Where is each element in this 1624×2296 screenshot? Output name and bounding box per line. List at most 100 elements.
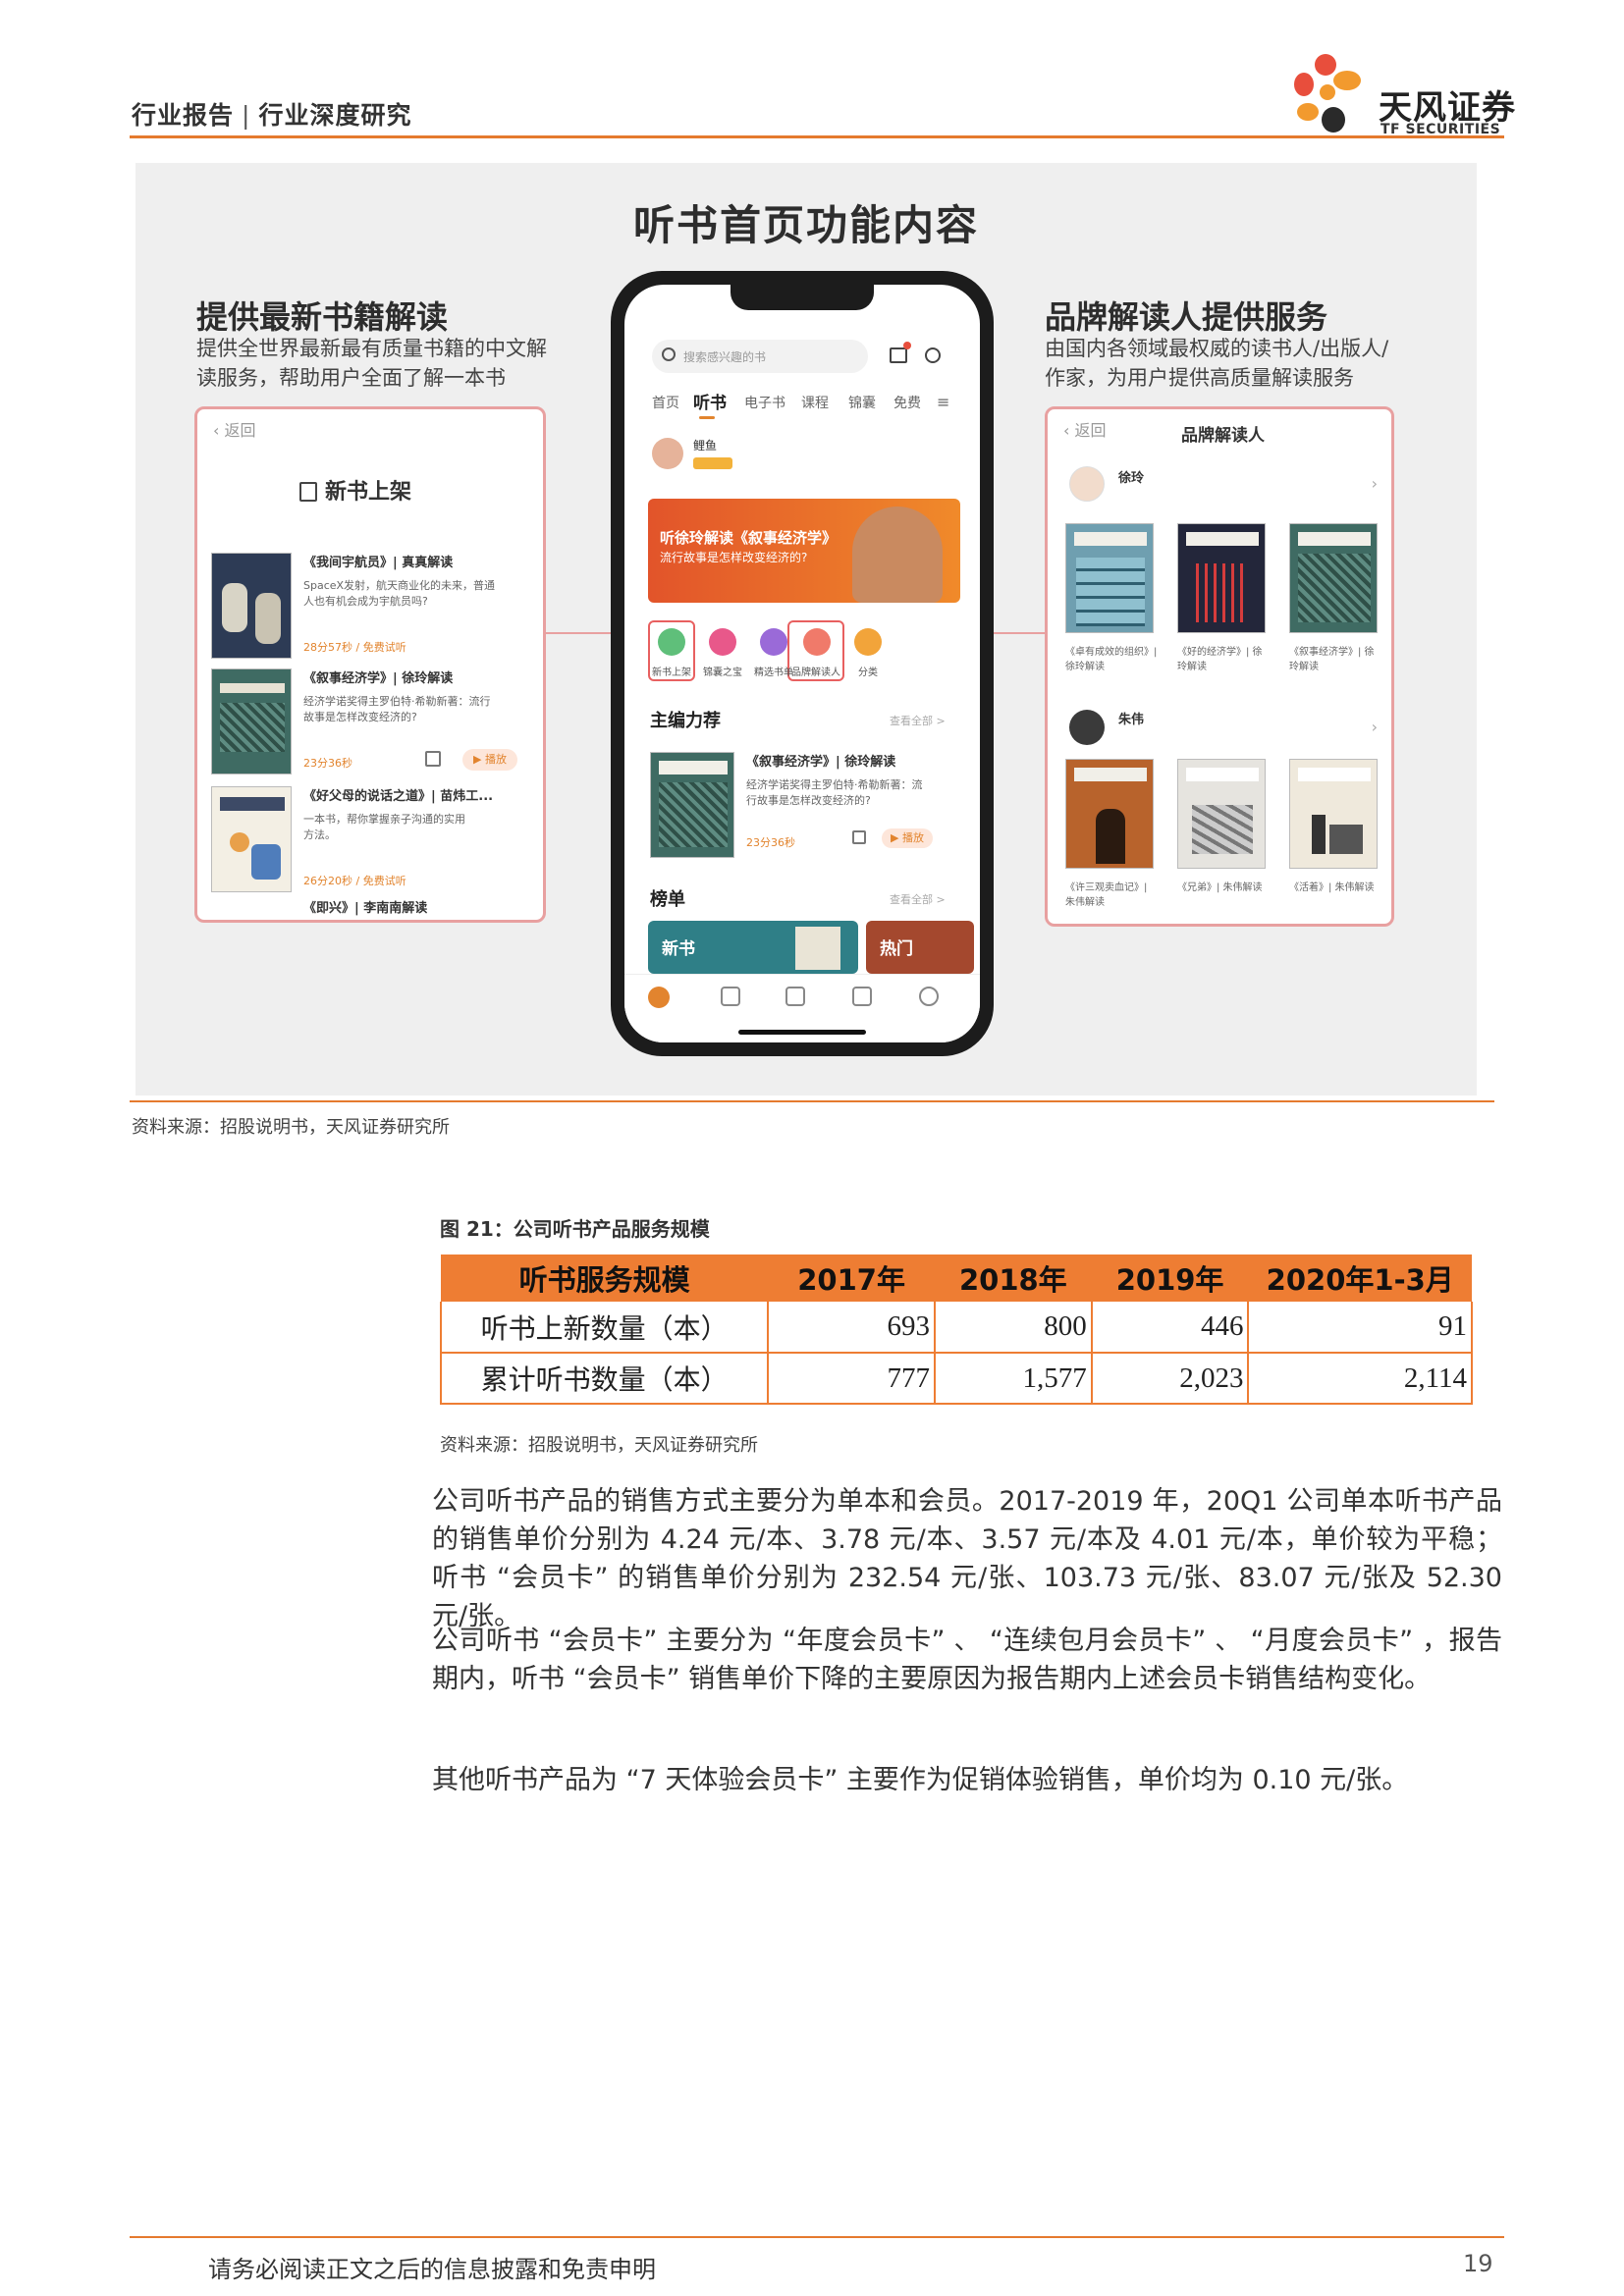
- icon-label: 分类: [858, 667, 878, 678]
- book-caption[interactable]: 《叙事经济学》| 徐玲解读: [1289, 645, 1383, 674]
- see-all-link[interactable]: 查看全部 >: [890, 891, 946, 907]
- avatar[interactable]: [652, 438, 683, 469]
- tips-treasure-icon[interactable]: [709, 628, 736, 656]
- book-caption[interactable]: 《好的经济学》| 徐玲解读: [1177, 645, 1272, 674]
- company-logo: 天风证券 TF SECURITIES: [1286, 51, 1515, 139]
- book-cover[interactable]: [1177, 523, 1266, 633]
- book-desc: 经济学诺奖得主罗伯特·希勒新著：流行: [303, 695, 491, 708]
- book-cover[interactable]: [1065, 759, 1154, 869]
- left-desc-line: 提供全世界最新最有质量书籍的中文解: [196, 337, 547, 360]
- book-caption[interactable]: 《许三观卖血记》| 朱伟解读: [1065, 881, 1160, 910]
- report-type: 行业报告: [132, 101, 235, 130]
- figure-title: 听书首页功能内容: [632, 201, 979, 249]
- message-icon[interactable]: [890, 347, 907, 363]
- book-cover[interactable]: [211, 786, 292, 892]
- book-cover[interactable]: [211, 668, 292, 774]
- left-heading: 提供最新书籍解读: [196, 298, 449, 336]
- ranking-card[interactable]: 热门: [866, 921, 974, 974]
- book-duration: 23分36秒: [303, 757, 352, 770]
- panel-heading-text: 新书上架: [325, 480, 412, 505]
- new-books-icon[interactable]: [658, 628, 685, 656]
- booklist-icon[interactable]: [760, 628, 787, 656]
- tab-course[interactable]: 课程: [801, 393, 829, 412]
- table-title: 图 21：公司听书产品服务规模: [440, 1217, 710, 1241]
- left-description: 提供全世界最新最有质量书籍的中文解 读服务，帮助用户全面了解一本书: [196, 334, 547, 393]
- top-tabs: 首页 听书 电子书 课程 锦囊 免费 ≡: [652, 389, 956, 416]
- panel-heading: 新书上架: [299, 474, 411, 506]
- chevron-right-icon[interactable]: ›: [1372, 718, 1378, 736]
- book-cover[interactable]: [1177, 759, 1266, 869]
- tab-bar-notes-icon[interactable]: [852, 987, 872, 1006]
- row-label: 累计听书数量（本）: [439, 1353, 769, 1405]
- book-title[interactable]: 《好父母的说话之道》| 苗炜工...: [303, 788, 493, 805]
- table-header-row: 听书服务规模 2017年 2018年 2019年 2020年1-3月: [441, 1255, 1472, 1302]
- report-category: 行业报告 | 行业深度研究: [132, 96, 411, 132]
- play-button[interactable]: ▶ 播放: [462, 749, 517, 771]
- add-to-list-icon[interactable]: [852, 830, 866, 844]
- body-paragraph: 其他听书产品为 “7 天体验会员卡” 主要作为促销体验销售，单价均为 0.10 …: [432, 1765, 1409, 1795]
- book-title[interactable]: 《叙事经济学》| 徐玲解读: [746, 754, 895, 771]
- section-heading: 榜单: [650, 889, 685, 910]
- table-cell: 1,577: [933, 1353, 1092, 1405]
- body-paragraph: 公司听书产品的销售方式主要分为单本和会员。2017-2019 年，20Q1 公司…: [432, 1486, 1502, 1631]
- tab-home[interactable]: 首页: [652, 393, 679, 412]
- book-title[interactable]: 《叙事经济学》| 徐玲解读: [303, 670, 453, 687]
- add-to-list-icon[interactable]: [425, 751, 441, 767]
- book-cover[interactable]: [1289, 759, 1378, 869]
- footer-divider: [130, 2236, 1504, 2238]
- body-paragraph: 公司听书 “会员卡” 主要分为 “年度会员卡” 、 “连续包月会员卡” 、 “月…: [432, 1626, 1502, 1694]
- tab-free[interactable]: 免费: [893, 393, 921, 412]
- report-subtype: 行业深度研究: [258, 101, 412, 130]
- header-divider: [130, 135, 1504, 138]
- left-desc-line: 读服务，帮助用户全面了解一本书: [196, 366, 506, 390]
- figure-source: 资料来源：招股说明书，天风证券研究所: [132, 1117, 450, 1138]
- banner-text: 听徐玲解读《叙事经济学》 流行故事是怎样改变经济的?: [660, 528, 837, 567]
- tab-bar-study-icon[interactable]: [721, 987, 740, 1006]
- tab-listen[interactable]: 听书: [693, 389, 727, 413]
- table-cell: 2,114: [1247, 1353, 1473, 1405]
- book-caption[interactable]: 《兄弟》| 朱伟解读: [1177, 881, 1272, 895]
- reader-name[interactable]: 朱伟: [1118, 712, 1144, 728]
- see-all-link[interactable]: 查看全部 >: [890, 713, 946, 728]
- table-row: 听书上新数量（本） 693 800 446 91: [439, 1302, 1473, 1354]
- column-header: 2019年: [1091, 1255, 1249, 1302]
- search-input[interactable]: 搜索感兴趣的书: [652, 340, 868, 373]
- book-cover[interactable]: [1289, 523, 1378, 633]
- tab-bar-profile-icon[interactable]: [919, 987, 939, 1006]
- tab-bar-library-icon[interactable]: [785, 987, 805, 1006]
- book-caption[interactable]: 《活着》| 朱伟解读: [1289, 881, 1383, 895]
- book-cover[interactable]: [1065, 523, 1154, 633]
- tab-ebook[interactable]: 电子书: [744, 393, 785, 412]
- avatar[interactable]: [1069, 466, 1105, 502]
- history-icon[interactable]: [925, 347, 941, 363]
- back-button[interactable]: ‹ 返回: [1063, 417, 1107, 441]
- user-name[interactable]: 鲤鱼: [693, 438, 717, 454]
- column-header: 2017年: [768, 1255, 935, 1302]
- book-cover[interactable]: [650, 752, 734, 858]
- book-duration: 23分36秒: [746, 836, 795, 849]
- brand-reader-icon[interactable]: [803, 628, 831, 656]
- chevron-right-icon[interactable]: ›: [1372, 474, 1378, 493]
- promo-banner[interactable]: 听徐玲解读《叙事经济学》 流行故事是怎样改变经济的?: [648, 499, 960, 603]
- book-cover[interactable]: [211, 553, 292, 659]
- play-button[interactable]: ▶ 播放: [882, 828, 933, 848]
- tab-tips[interactable]: 锦囊: [848, 393, 876, 412]
- reader-name[interactable]: 徐玲: [1118, 470, 1144, 487]
- back-button[interactable]: ‹ 返回: [213, 417, 256, 441]
- phone-mockup: 搜索感兴趣的书 首页 听书 电子书 课程 锦囊 免费 ≡ 鲤鱼 听徐玲解读《叙事…: [611, 271, 994, 1056]
- ranking-card[interactable]: 新书: [648, 921, 858, 974]
- menu-icon[interactable]: ≡: [937, 393, 949, 411]
- book-title[interactable]: 《我间宇航员》| 真真解读: [303, 555, 453, 571]
- icon-label: 精选书单: [754, 667, 793, 678]
- right-desc-line: 由国内各领域最权威的读书人/出版人/: [1045, 337, 1389, 360]
- book-caption[interactable]: 《卓有成效的组织》| 徐玲解读: [1065, 645, 1160, 674]
- column-header: 2018年: [934, 1255, 1092, 1302]
- book-title[interactable]: 《即兴》| 李南南解读: [303, 900, 427, 917]
- column-header: 听书服务规模: [441, 1255, 769, 1302]
- search-placeholder: 搜索感兴趣的书: [683, 350, 767, 364]
- book-desc: 故事是怎样改变经济的?: [303, 711, 417, 723]
- category-icon[interactable]: [854, 628, 882, 656]
- avatar[interactable]: [1069, 710, 1105, 745]
- page-number: 19: [1463, 2250, 1493, 2277]
- tab-bar-home-icon[interactable]: [648, 987, 670, 1008]
